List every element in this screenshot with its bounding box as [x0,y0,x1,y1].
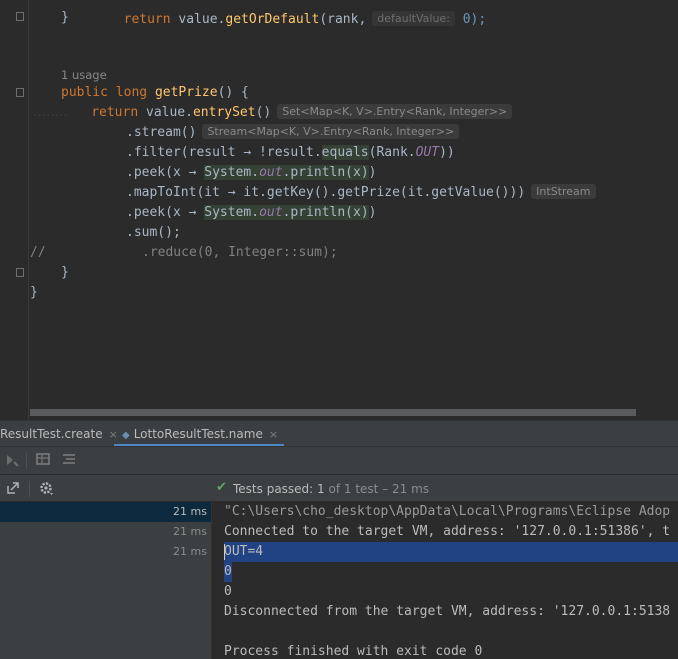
code-line-2: } [61,8,69,28]
highlighted-method: equals [321,145,369,160]
console-line: Process finished with exit code 0 [224,644,483,659]
text-caret [224,544,225,560]
fold-marker[interactable] [16,12,24,21]
test-tree-row[interactable]: 21 ms [0,522,211,542]
toolbar-separator [26,453,27,469]
keyword: return [91,105,139,120]
console-line: "C:\Users\cho_desktop\AppData\Local\Prog… [224,504,671,519]
code-text: .mapToInt(it → it.getKey().getPrize(it.g… [126,185,526,200]
comment-text: .reduce(0, Integer::sum); [142,245,338,260]
tab-label: ResultTest.create [0,427,103,441]
code-text: System. [204,165,260,180]
enum-constant: OUT [415,145,440,160]
code-text: .peek(x → [126,165,205,180]
code-text: (rank, [319,12,367,27]
code-text: 0); [454,12,487,27]
console-line: 0 [224,584,232,599]
console-line: OUT=4 [224,544,264,559]
code-text: .println(x) [282,205,369,220]
status-prefix: Tests passed: [233,482,314,496]
gutter-separator [28,0,29,420]
method-name: getPrize [154,85,218,100]
check-icon: ✔ [216,480,227,495]
code-text: ) [368,205,377,220]
code-text: .println(x) [282,165,369,180]
tab-result-test-create[interactable]: ResultTest.create × [0,421,118,447]
code-text: (Rank. [368,145,416,160]
export-icon[interactable] [6,481,20,499]
tab-label: LottoResultTest.name [133,427,263,441]
fold-marker[interactable] [16,88,24,97]
list-icon[interactable] [62,452,76,470]
code-text: .sum(); [126,225,181,240]
status-suffix: of 1 test – 21 ms [328,482,430,496]
console-output[interactable]: "C:\Users\cho_desktop\AppData\Local\Prog… [212,502,678,659]
code-text: .filter(result → !result. [126,145,322,160]
code-line-12: // [30,243,46,263]
console-line: Connected to the target VM, address: '12… [224,524,671,539]
gear-icon[interactable] [38,480,54,500]
rerun-icon[interactable] [4,452,20,472]
code-text: ) [368,165,377,180]
selection-highlight [224,542,678,562]
toggle-icon[interactable] [36,452,50,470]
run-config-icon: ◆ [122,430,130,441]
keyword: long [115,85,148,100]
static-field: out [259,165,283,180]
code-text: System. [204,205,260,220]
inlay-hint: defaultValue: [372,11,455,26]
console-line: Disconnected from the target VM, address… [224,604,671,619]
code-line-1: return value.getOrDefault(rank, defaultVa… [61,0,486,27]
inlay-hint: Set<Map<K, V>.Entry<Rank, Integer>> [277,104,513,119]
close-icon[interactable]: × [269,428,278,441]
fold-marker[interactable] [16,268,24,277]
horizontal-scrollbar[interactable] [30,409,636,416]
code-text: value. [138,105,193,120]
keyword: return [123,12,171,27]
method-name: getOrDefault [225,12,320,27]
code-line-13: } [61,263,69,283]
brace: } [61,265,69,280]
brace: } [61,10,69,25]
code-line-4: public long getPrize() { [61,83,249,103]
tab-lotto-result-test-name[interactable]: ◆ LottoResultTest.name × [114,421,285,447]
test-duration: 21 ms [173,525,207,538]
code-line-5: ‥‥‥‥ return value.entrySet() Set<Map<K, V… [33,103,513,123]
code-line-14: } [30,283,38,303]
inlay-hint: IntStream [531,184,596,199]
test-duration: 21 ms [173,505,207,518]
toolbar-separator [29,481,30,497]
code-line-9: .mapToInt(it → it.getKey().getPrize(it.g… [126,183,596,203]
keyword: public [61,85,108,100]
code-line-8: .peek(x → System.out.println(x)) [126,163,376,183]
code-line-7: .filter(result → !result.equals(Rank.OUT… [126,143,455,163]
status-count: 1 [317,482,325,496]
test-results-tree: 21 ms 21 ms 21 ms [0,502,211,659]
code-line-6: .stream() Stream<Map<K, V>.Entry<Rank, In… [126,123,460,143]
brace: } [30,285,38,300]
test-duration: 21 ms [173,545,207,558]
test-status-toolbar: ✔ Tests passed: 1 of 1 test – 21 ms [0,474,678,502]
code-editor[interactable]: return value.getOrDefault(rank, defaultVa… [0,0,678,420]
run-tab-bar: ResultTest.create × ◆ LottoResultTest.name… [0,420,678,447]
method-name: entrySet [192,105,256,120]
code-line-10: .peek(x → System.out.println(x)) [126,203,376,223]
code-text: .peek(x → [126,205,205,220]
test-status-text: Tests passed: 1 of 1 test – 21 ms [233,482,429,496]
code-line-12-body: .reduce(0, Integer::sum); [142,243,338,263]
test-tree-row[interactable]: 21 ms [0,542,211,562]
code-text: )) [439,145,455,160]
code-text: value. [170,12,226,27]
static-field: out [259,205,283,220]
usage-hint[interactable]: 1 usage [61,68,107,82]
test-runner-toolbar [0,446,678,474]
code-text: () [255,105,272,120]
comment-prefix: // [30,245,46,260]
inlay-hint: Stream<Map<K, V>.Entry<Rank, Integer>> [202,124,460,139]
test-tree-row[interactable]: 21 ms [0,502,211,522]
console-line: 0 [224,564,232,579]
code-line-11: .sum(); [126,223,181,243]
code-text: .stream() [126,125,197,140]
code-text: () { [217,85,249,100]
